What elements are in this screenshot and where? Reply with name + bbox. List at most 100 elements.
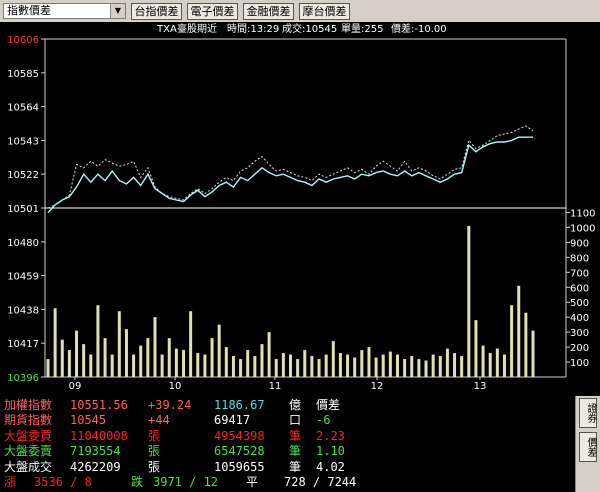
volume-bar [331, 341, 335, 377]
volume-bar [267, 332, 271, 377]
summary-row-4-extra: 4.02 [316, 459, 345, 474]
unchanged-label: 平 [246, 475, 259, 489]
status-volume: 成交:10545 [282, 22, 337, 35]
volume-bar [67, 350, 71, 377]
price-volume-chart[interactable]: TXA 臺股期近 時間:13:29 成交:10545 單量:255 價差:-10… [0, 22, 600, 396]
volume-bar [260, 344, 264, 377]
volume-bar [124, 329, 128, 377]
chart-panel: TXA 臺股期近 時間:13:29 成交:10545 單量:255 價差:-10… [0, 22, 600, 396]
advances-label: 漲 [4, 475, 17, 489]
chevron-down-icon[interactable]: ▼ [110, 4, 125, 18]
summary-row-4-change: 張 [148, 459, 161, 474]
volume-bar [182, 350, 186, 377]
price-axis-ticks: 10606 10585 10564 10543 10522 10501 10480 10459… [7, 35, 45, 384]
volume-bar [453, 353, 457, 377]
summary-row-4-unit: 筆 [289, 459, 302, 474]
volume-bar [445, 348, 449, 377]
msci-spread-button[interactable]: 摩台價差 [299, 3, 350, 20]
summary-row-0-extra: 價差 [316, 398, 341, 412]
volume-bar [481, 345, 485, 377]
series-line-index [47, 125, 534, 209]
volume-bar [246, 350, 250, 377]
summary-row-2-change: 張 [148, 428, 161, 443]
volume-bar [203, 354, 207, 377]
price-lines [45, 125, 566, 214]
volume-bar [460, 356, 464, 377]
electronics-spread-button[interactable]: 電子價差 [187, 3, 238, 20]
time-tick-label: 10 [169, 381, 182, 392]
volume-bar [388, 351, 392, 377]
volume-bar [139, 345, 143, 377]
price-tick-label: 10543 [7, 136, 39, 147]
summary-row-4-amount: 1059655 [214, 459, 265, 474]
summary-row-2-extra: 2.23 [316, 428, 345, 443]
market-summary-panel: 加權指數 10551.56 +39.24 1186.67 億價差 期貨指數 10545 +44… [0, 396, 575, 492]
unchanged-value: 728 / 7244 [284, 475, 357, 489]
volume-bar [210, 338, 214, 377]
time-tick-label: 11 [269, 381, 282, 392]
price-tick-label: 10501 [7, 204, 39, 215]
time-axis-ticks: 09 10 11 12 13 [69, 377, 486, 392]
volume-bar [367, 347, 371, 377]
summary-row-3-index-name: 大盤委賣 [4, 444, 53, 459]
price-tick-label: 10396 [7, 373, 39, 384]
volume-bar [274, 359, 278, 377]
summary-row-2-index-name: 大盤委買 [4, 428, 53, 443]
volume-tick-label: 400 [570, 313, 589, 324]
volume-bar [146, 338, 150, 377]
time-tick-label: 09 [69, 381, 82, 392]
volume-bar [317, 359, 321, 377]
volume-bar [253, 356, 257, 377]
index-selector-value: 指數價差 [7, 4, 51, 17]
volume-bar [531, 330, 535, 377]
tab-spread[interactable]: 價差 [579, 432, 597, 462]
volume-bar [502, 354, 506, 377]
volume-bar [510, 305, 514, 377]
price-tick-label: 10480 [7, 238, 39, 249]
summary-row-3-unit: 筆 [289, 444, 302, 459]
status-symbol: TXA [156, 24, 177, 35]
summary-row-3-extra: 1.10 [316, 444, 345, 459]
summary-row-3-value: 7193554 [70, 444, 121, 459]
volume-tick-label: 700 [570, 268, 589, 279]
volume-tick-label: 900 [570, 238, 589, 249]
summary-row-1-amount: 69417 [214, 413, 251, 428]
summary-row-0-amount: 1186.67 [214, 398, 265, 412]
volume-bar [488, 353, 492, 377]
summary-row-0-index-name: 加權指數 [4, 398, 53, 412]
volume-bar [381, 354, 385, 377]
price-tick-label: 10585 [7, 69, 39, 80]
volume-tick-label: 1100 [570, 208, 595, 219]
volume-bar [360, 350, 364, 377]
volume-bar [96, 305, 100, 377]
tab-securities[interactable]: 證券 [579, 398, 597, 428]
volume-bar [374, 357, 378, 377]
volume-tick-label: 500 [570, 298, 589, 309]
volume-bar [417, 359, 421, 377]
volume-tick-label: 1000 [570, 223, 595, 234]
declines-value: 3971 / 12 [153, 475, 219, 489]
index-selector[interactable]: 指數價差 ▼ [3, 3, 126, 19]
side-tabs: 證券 價差 [575, 396, 600, 492]
summary-row-1-extra: -6 [316, 413, 331, 428]
advances-value: 3536 / 8 [34, 475, 92, 489]
summary-row-0-change: +39.24 [148, 398, 192, 412]
volume-bar [303, 350, 307, 377]
volume-bar [89, 354, 93, 377]
volume-bar [289, 354, 292, 377]
volume-bar [46, 359, 50, 377]
summary-row-1-change: +44 [148, 413, 170, 428]
volume-tick-label: 800 [570, 253, 589, 264]
price-tick-label: 10606 [7, 35, 39, 46]
status-contract: 臺股期近 [177, 22, 217, 35]
finance-spread-button[interactable]: 金融價差 [243, 3, 294, 20]
summary-row-2-unit: 筆 [289, 428, 302, 443]
volume-bar [338, 353, 342, 377]
status-spread: 價差:-10.00 [391, 22, 447, 35]
volume-tick-label: 300 [570, 328, 589, 339]
volume-bar [75, 330, 79, 377]
volume-bar [296, 359, 300, 377]
volume-bar [310, 356, 314, 377]
volume-tick-label: 100 [570, 358, 589, 369]
taiex-spread-button[interactable]: 台指價差 [131, 3, 182, 20]
